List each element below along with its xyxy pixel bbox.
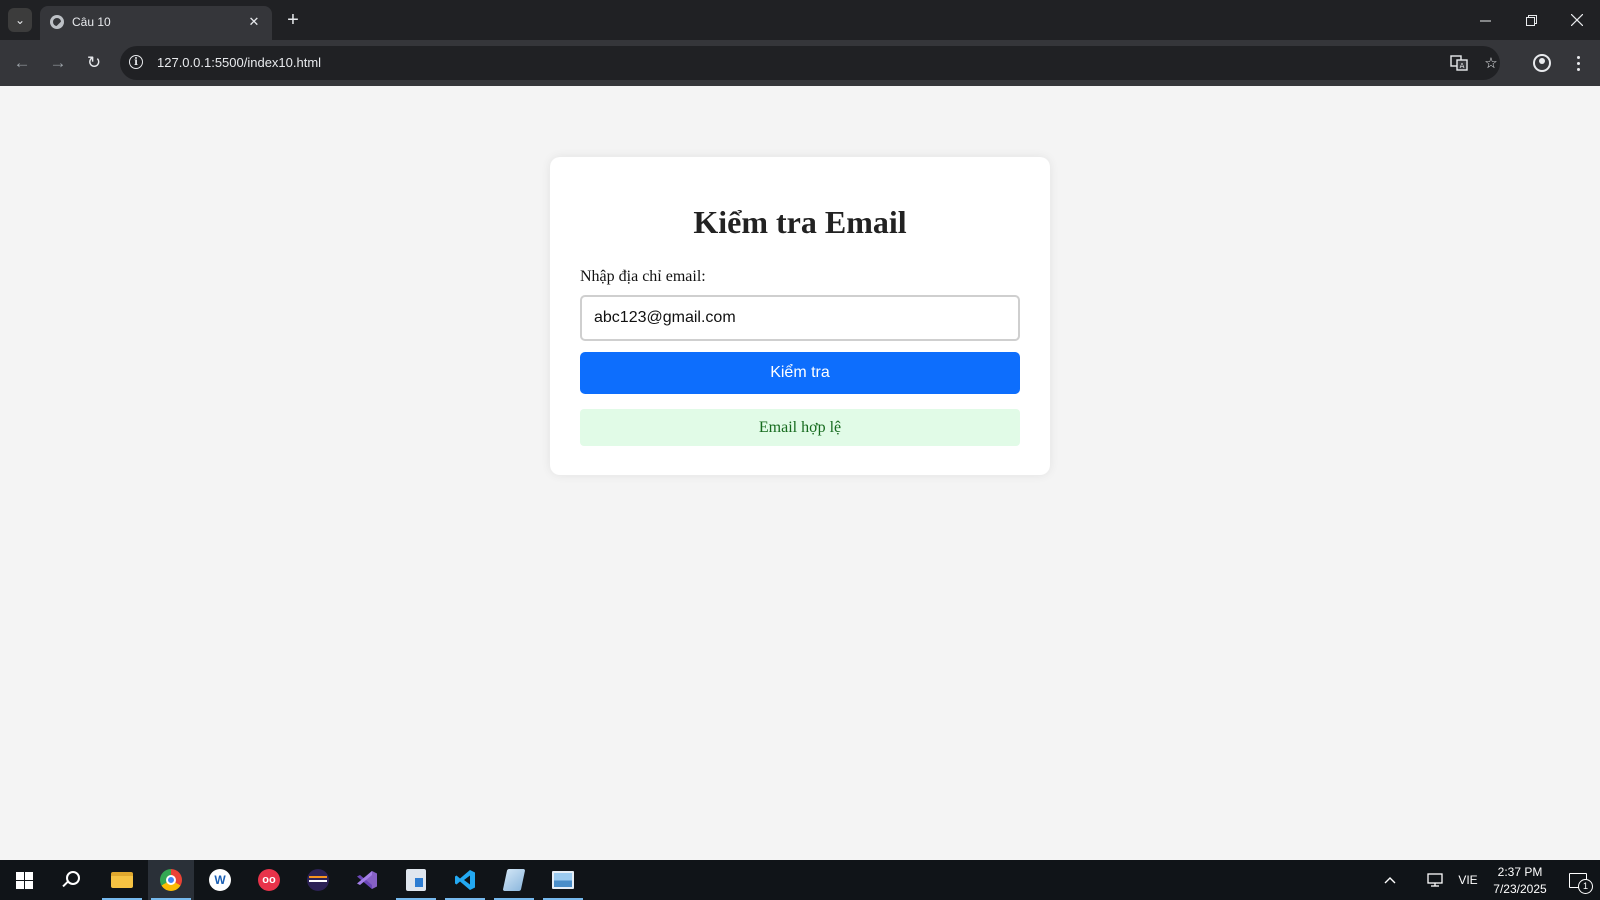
clock-date: 7/23/2025	[1493, 882, 1547, 896]
reload-icon[interactable]: ↻	[80, 49, 108, 77]
email-field-label: Nhập địa chỉ email:	[580, 268, 706, 285]
address-bar[interactable]: i 127.0.0.1:5500/index10.html A ☆	[120, 46, 1500, 80]
tab-search-chevron-down-icon[interactable]: ⌄	[8, 8, 32, 32]
tab-close-icon[interactable]: ✕	[244, 12, 264, 32]
app-photos-icon[interactable]	[540, 860, 586, 900]
visual-studio-icon[interactable]	[344, 860, 390, 900]
globe-icon	[50, 15, 64, 29]
tab-title: Câu 10	[72, 15, 111, 29]
app-book-icon[interactable]	[491, 860, 537, 900]
clock-time: 2:37 PM	[1497, 865, 1543, 879]
vscode-icon[interactable]	[442, 860, 488, 900]
windows-start-icon[interactable]	[16, 872, 33, 889]
minimize-icon[interactable]	[1462, 0, 1508, 40]
network-icon[interactable]	[1421, 860, 1449, 900]
language-indicator[interactable]: VIE	[1452, 860, 1484, 900]
chrome-icon[interactable]	[148, 860, 194, 900]
profile-icon[interactable]	[1531, 52, 1553, 74]
browser-toolbar: ← → ↻ i 127.0.0.1:5500/index10.html A ☆	[0, 40, 1600, 86]
eclipse-icon[interactable]	[295, 860, 341, 900]
check-email-button[interactable]: Kiểm tra	[580, 352, 1020, 394]
browser-tab-strip: ⌄ Câu 10 ✕ +	[0, 0, 1600, 40]
file-explorer-icon[interactable]	[99, 860, 145, 900]
translate-icon[interactable]: A	[1449, 53, 1469, 73]
app-notes-icon[interactable]	[393, 860, 439, 900]
menu-kebab-icon[interactable]	[1567, 52, 1589, 74]
page-viewport: Kiểm tra Email Nhập địa chỉ email: Kiểm …	[0, 86, 1600, 860]
search-icon[interactable]	[60, 870, 80, 890]
site-info-icon[interactable]: i	[129, 55, 143, 69]
app-w-icon[interactable]: W	[197, 860, 243, 900]
close-window-icon[interactable]	[1554, 0, 1600, 40]
validation-result: Email hợp lệ	[580, 409, 1020, 446]
email-check-card: Kiểm tra Email Nhập địa chỉ email: Kiểm …	[550, 157, 1050, 475]
bookmark-star-icon[interactable]: ☆	[1481, 53, 1501, 73]
windows-taskbar: W oo VIE 2:37 PM 7/23/2025 1	[0, 860, 1600, 900]
forward-arrow-icon[interactable]: →	[44, 49, 72, 77]
notification-count-badge: 1	[1578, 878, 1593, 894]
back-arrow-icon[interactable]: ←	[8, 49, 36, 77]
system-clock[interactable]: 2:37 PM 7/23/2025	[1482, 864, 1558, 898]
chevron-up-icon[interactable]	[1376, 860, 1404, 900]
new-tab-button[interactable]: +	[281, 8, 305, 32]
email-field[interactable]	[580, 295, 1020, 341]
notification-center-icon[interactable]: 1	[1556, 860, 1600, 900]
restore-icon[interactable]	[1508, 0, 1554, 40]
svg-text:A: A	[1460, 62, 1465, 70]
app-oo-icon[interactable]: oo	[246, 860, 292, 900]
browser-tab[interactable]: Câu 10 ✕	[40, 6, 272, 40]
page-title: Kiểm tra Email	[693, 204, 907, 240]
url-text[interactable]: 127.0.0.1:5500/index10.html	[157, 55, 321, 70]
